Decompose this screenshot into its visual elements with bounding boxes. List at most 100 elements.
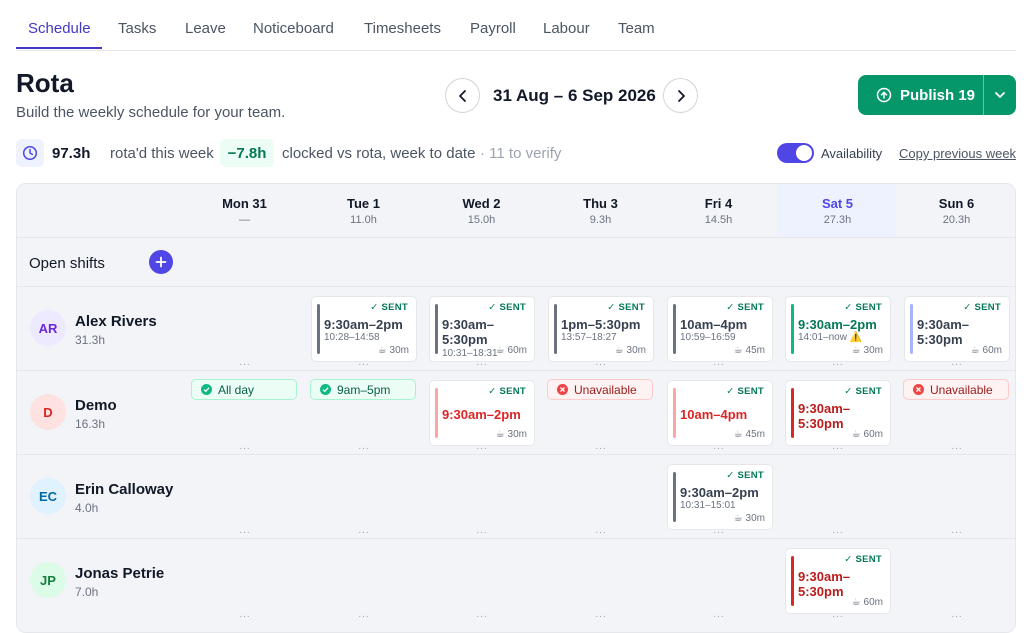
more-options-icon[interactable]: ... (947, 609, 967, 620)
shift-card[interactable]: ✓ SENT 1pm–5:30pm 13:57–18:27 ☕ 30m (548, 296, 654, 362)
more-options-icon[interactable]: ... (709, 525, 729, 536)
more-options-icon[interactable]: ... (828, 441, 848, 452)
sent-label: SENT (855, 554, 882, 565)
page-subtitle: Build the weekly schedule for your team. (16, 104, 286, 121)
more-options-icon[interactable]: ... (828, 525, 848, 536)
day-header-mon: Mon 31 — (185, 196, 304, 226)
tab-schedule[interactable]: Schedule (28, 20, 91, 37)
shift-card[interactable]: ✓ SENT 9:30am–5:30pm ☕ 60m (785, 548, 891, 614)
break-cup-icon: ☕ (495, 345, 505, 356)
sent-label: SENT (737, 386, 764, 397)
more-options-icon[interactable]: ... (235, 525, 255, 536)
availability-pill[interactable]: 9am–5pm (310, 379, 416, 400)
more-options-icon[interactable]: ... (354, 357, 374, 368)
more-options-icon[interactable]: ... (472, 357, 492, 368)
availability-toggle[interactable] (777, 143, 814, 163)
break-cup-icon: ☕ (377, 345, 387, 356)
break-cup-icon: ☕ (851, 345, 861, 356)
more-options-icon[interactable]: ... (709, 609, 729, 620)
shift-card[interactable]: ✓ SENT 9:30am–5:30pm ☕ 60m (904, 296, 1010, 362)
break-cup-icon: ☕ (970, 345, 980, 356)
sent-badge: ✓ SENT (488, 302, 526, 313)
day-header-sat: Sat 5 27.3h (778, 196, 897, 226)
shift-card[interactable]: ✓ SENT 9:30am–5:30pm ☕ 60m (785, 380, 891, 446)
sent-badge: ✓ SENT (726, 470, 764, 481)
more-options-icon[interactable]: ... (828, 609, 848, 620)
availability-pill[interactable]: All day (191, 379, 297, 400)
break-duration: 30m (863, 345, 883, 356)
shift-card[interactable]: ✓ SENT 9:30am–2pm 10:31–15:01 ☕ 30m (667, 464, 773, 530)
availability-pill[interactable]: Unavailable (903, 379, 1009, 400)
availability-label: Availability (821, 146, 883, 161)
clocked-time: 14:01–now ⚠️ (798, 332, 862, 343)
more-options-icon[interactable]: ... (947, 357, 967, 368)
more-options-icon[interactable]: ... (947, 525, 967, 536)
more-options-icon[interactable]: ... (472, 609, 492, 620)
sent-badge: ✓ SENT (488, 386, 526, 397)
shift-time: 10am–4pm (680, 317, 748, 332)
employee-name[interactable]: Alex Rivers (75, 313, 157, 330)
more-options-icon[interactable]: ... (235, 357, 255, 368)
divider (17, 370, 1015, 371)
more-options-icon[interactable]: ... (591, 441, 611, 452)
avatar: JP (30, 562, 66, 598)
publish-button[interactable]: Publish 19 (858, 75, 983, 115)
more-options-icon[interactable]: ... (591, 525, 611, 536)
shift-break: ☕ 60m (971, 345, 1002, 356)
previous-week-button[interactable] (445, 78, 480, 113)
shift-card[interactable]: ✓ SENT 10am–4pm 10:59–16:59 ☕ 45m (667, 296, 773, 362)
sent-badge: ✓ SENT (607, 302, 645, 313)
rota-hours: 97.3h (52, 145, 91, 162)
copy-previous-week-link[interactable]: Copy previous week (899, 146, 1016, 161)
tab-labour[interactable]: Labour (543, 20, 590, 37)
employee-name[interactable]: Jonas Petrie (75, 565, 164, 582)
break-cup-icon: ☕ (733, 429, 743, 440)
availability-label: Unavailable (930, 382, 993, 397)
next-week-button[interactable] (663, 78, 698, 113)
warning-icon: ⚠️ (849, 332, 863, 343)
more-options-icon[interactable]: ... (354, 441, 374, 452)
more-options-icon[interactable]: ... (235, 609, 255, 620)
more-options-icon[interactable]: ... (709, 357, 729, 368)
break-duration: 45m (745, 345, 765, 356)
day-name: Mon 31 (222, 196, 267, 211)
sent-badge: ✓ SENT (844, 386, 882, 397)
tab-noticeboard[interactable]: Noticeboard (253, 20, 334, 37)
sent-badge: ✓ SENT (963, 302, 1001, 313)
employee-name[interactable]: Demo (75, 397, 117, 414)
break-duration: 60m (507, 345, 527, 356)
avatar: D (30, 394, 66, 430)
shift-card[interactable]: ✓ SENT 9:30am–5:30pm 10:31–18:31 ☕ 60m (429, 296, 535, 362)
more-options-icon[interactable]: ... (828, 357, 848, 368)
more-options-icon[interactable]: ... (472, 441, 492, 452)
shift-card[interactable]: ✓ SENT 9:30am–2pm ☕ 30m (429, 380, 535, 446)
shift-card[interactable]: ✓ SENT 10am–4pm ☕ 45m (667, 380, 773, 446)
publish-upload-icon (876, 87, 892, 103)
more-options-icon[interactable]: ... (235, 441, 255, 452)
more-options-icon[interactable]: ... (947, 441, 967, 452)
publish-options-button[interactable] (984, 75, 1016, 115)
add-open-shift-button[interactable] (149, 250, 173, 274)
verify-count-link[interactable]: · 11 to verify (480, 145, 561, 162)
shift-card[interactable]: ✓ SENT 9:30am–2pm 14:01–now ⚠️ ☕ 30m (785, 296, 891, 362)
more-options-icon[interactable]: ... (354, 609, 374, 620)
tab-tasks[interactable]: Tasks (118, 20, 156, 37)
break-cup-icon: ☕ (733, 513, 743, 524)
tab-leave[interactable]: Leave (185, 20, 226, 37)
more-options-icon[interactable]: ... (709, 441, 729, 452)
clocked-time: 10:59–16:59 (680, 332, 736, 343)
shift-status-bar (791, 556, 794, 606)
more-options-icon[interactable]: ... (591, 357, 611, 368)
tab-timesheets[interactable]: Timesheets (364, 20, 441, 37)
clock-icon (22, 145, 38, 161)
check-circle-icon (320, 384, 331, 395)
employee-name[interactable]: Erin Calloway (75, 481, 173, 498)
shift-card[interactable]: ✓ SENT 9:30am–2pm 10:28–14:58 ☕ 30m (311, 296, 417, 362)
tab-team[interactable]: Team (618, 20, 655, 37)
sent-badge: ✓ SENT (844, 554, 882, 565)
more-options-icon[interactable]: ... (354, 525, 374, 536)
tab-payroll[interactable]: Payroll (470, 20, 516, 37)
more-options-icon[interactable]: ... (472, 525, 492, 536)
more-options-icon[interactable]: ... (591, 609, 611, 620)
availability-pill[interactable]: Unavailable (547, 379, 653, 400)
